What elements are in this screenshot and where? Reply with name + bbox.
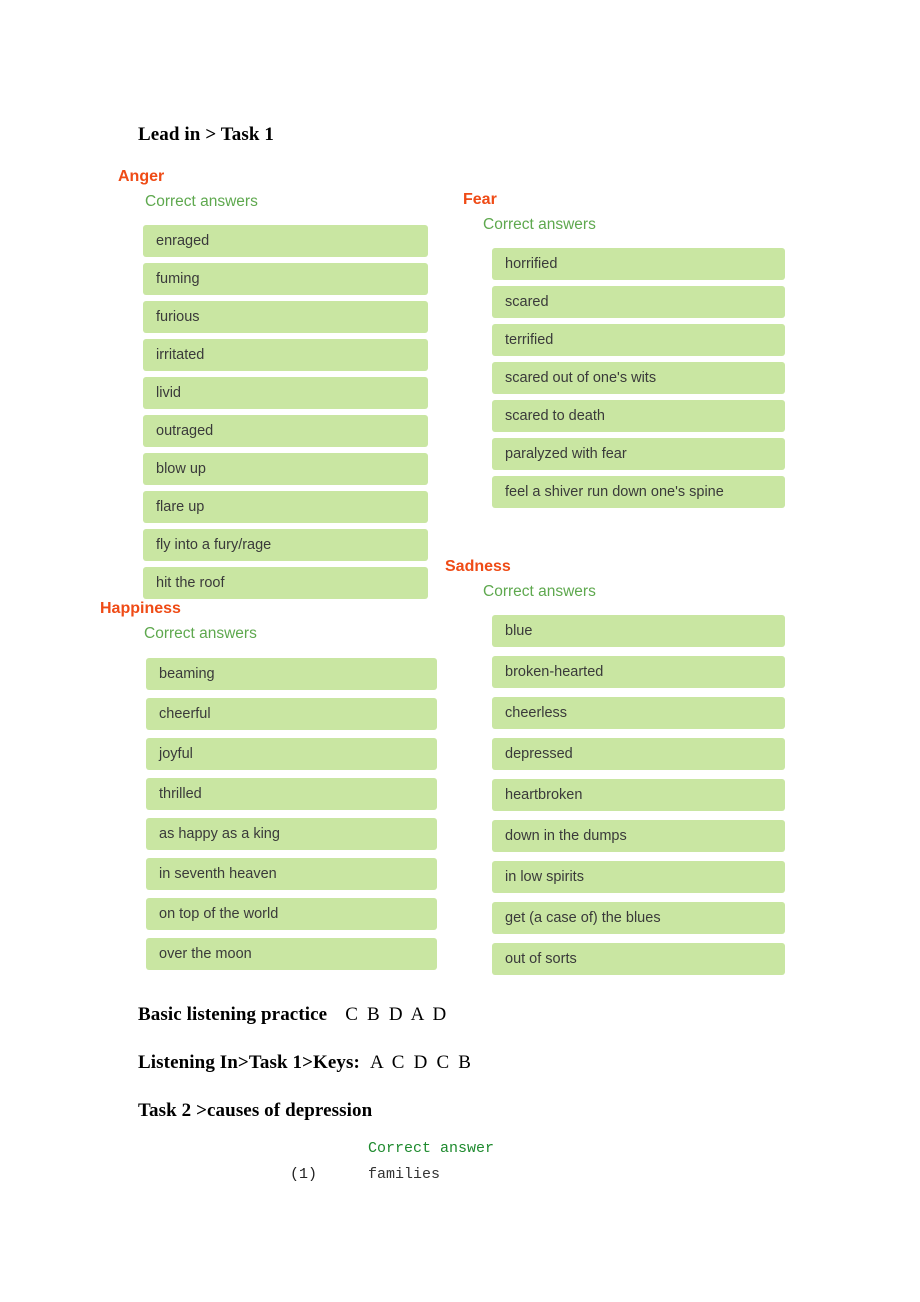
answer-list-fear: horrified scared terrified scared out of… — [492, 248, 785, 508]
answer-item[interactable]: thrilled — [146, 778, 437, 810]
answer-line-label: Basic listening practice — [138, 1004, 328, 1025]
emotion-block-anger: Anger Correct answers enraged fuming fur… — [118, 168, 428, 605]
answer-item[interactable]: broken-hearted — [492, 656, 785, 688]
page-title: Lead in > Task 1 — [138, 124, 274, 145]
emotion-block-fear: Fear Correct answers horrified scared te… — [463, 191, 788, 514]
answer-item[interactable]: hit the roof — [143, 567, 428, 599]
answer-item[interactable]: flare up — [143, 491, 428, 523]
emotion-title-fear: Fear — [463, 191, 497, 208]
answer-item[interactable]: scared — [492, 286, 785, 318]
answer-line-values: C B D A D — [345, 1004, 449, 1025]
answer-line-label: Task 2 >causes of depression — [138, 1100, 373, 1121]
correct-answers-label-happiness: Correct answers — [144, 625, 257, 642]
correct-answers-label-anger: Correct answers — [145, 193, 258, 210]
answer-item[interactable]: scared to death — [492, 400, 785, 432]
task2-answer-value: families — [368, 1166, 441, 1183]
answer-item[interactable]: blue — [492, 615, 785, 647]
emotion-block-happiness: Happiness Correct answers beaming cheerf… — [100, 600, 445, 978]
correct-answers-label-fear: Correct answers — [483, 216, 596, 233]
answer-item[interactable]: as happy as a king — [146, 818, 437, 850]
answer-item[interactable]: in low spirits — [492, 861, 785, 893]
answer-line-values: A C D C B — [369, 1052, 474, 1073]
answer-list-sadness: blue broken-hearted cheerless depressed … — [492, 615, 785, 975]
answer-item[interactable]: out of sorts — [492, 943, 785, 975]
answer-item[interactable]: heartbroken — [492, 779, 785, 811]
answer-item[interactable]: terrified — [492, 324, 785, 356]
answer-item[interactable]: over the moon — [146, 938, 437, 970]
answer-item[interactable]: livid — [143, 377, 428, 409]
answer-item[interactable]: on top of the world — [146, 898, 437, 930]
answer-item[interactable]: fly into a fury/rage — [143, 529, 428, 561]
emotion-title-anger: Anger — [118, 168, 165, 185]
document-page: Lead in > Task 1 Anger Correct answers e… — [0, 0, 920, 1302]
answer-item[interactable]: fuming — [143, 263, 428, 295]
task2-answer-row: (1) families — [290, 1166, 494, 1183]
answer-item[interactable]: feel a shiver run down one's spine — [492, 476, 785, 508]
answer-item[interactable]: in seventh heaven — [146, 858, 437, 890]
answer-item[interactable]: down in the dumps — [492, 820, 785, 852]
answer-item[interactable]: cheerful — [146, 698, 437, 730]
answer-line-basic-listening: Basic listening practice C B D A D — [138, 1004, 448, 1026]
answer-list-anger: enraged fuming furious irritated livid o… — [143, 225, 428, 599]
answer-item[interactable]: scared out of one's wits — [492, 362, 785, 394]
emotion-block-sadness: Sadness Correct answers blue broken-hear… — [445, 558, 790, 984]
answer-item[interactable]: beaming — [146, 658, 437, 690]
task2-answer-block: Correct answer (1) families — [290, 1140, 494, 1183]
answer-line-label: Listening In>Task 1>Keys: — [138, 1052, 360, 1073]
answer-item[interactable]: joyful — [146, 738, 437, 770]
answer-line-listening-in: Listening In>Task 1>Keys: A C D C B — [138, 1052, 473, 1074]
answer-line-task2: Task 2 >causes of depression — [138, 1100, 372, 1122]
answer-item[interactable]: furious — [143, 301, 428, 333]
emotion-title-happiness: Happiness — [100, 600, 181, 617]
answer-item[interactable]: irritated — [143, 339, 428, 371]
emotion-title-sadness: Sadness — [445, 558, 511, 575]
answer-item[interactable]: blow up — [143, 453, 428, 485]
correct-answers-label-sadness: Correct answers — [483, 583, 596, 600]
answer-list-happiness: beaming cheerful joyful thrilled as happ… — [146, 658, 437, 970]
answer-item[interactable]: horrified — [492, 248, 785, 280]
answer-item[interactable]: cheerless — [492, 697, 785, 729]
task2-answer-index: (1) — [290, 1166, 318, 1183]
answer-item[interactable]: depressed — [492, 738, 785, 770]
answer-item[interactable]: paralyzed with fear — [492, 438, 785, 470]
answer-item[interactable]: outraged — [143, 415, 428, 447]
answer-item[interactable]: enraged — [143, 225, 428, 257]
task2-correct-answer-header: Correct answer — [368, 1140, 495, 1157]
answer-item[interactable]: get (a case of) the blues — [492, 902, 785, 934]
